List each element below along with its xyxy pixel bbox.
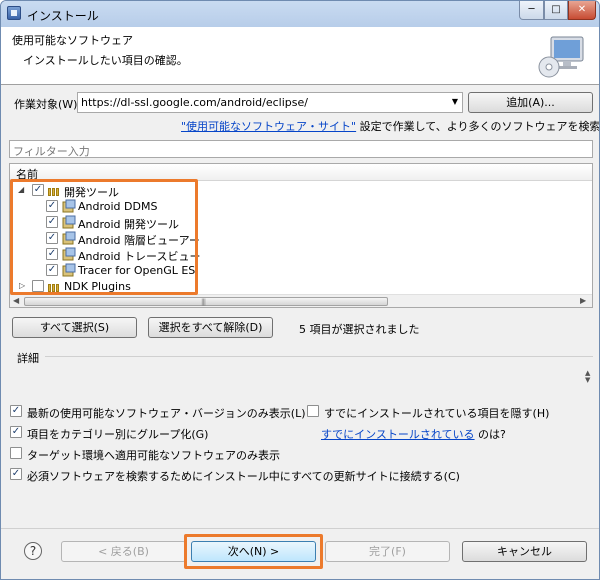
feature-plugin-icon bbox=[62, 199, 76, 213]
title-bar[interactable]: インストール ─ □ ✕ bbox=[1, 1, 599, 27]
help-icon[interactable]: ? bbox=[24, 542, 42, 560]
contact-all-sites-checkbox[interactable]: ✓ bbox=[10, 468, 22, 480]
tree-row-category-ndk[interactable]: ▷ NDK Plugins bbox=[10, 278, 590, 294]
filter-input[interactable]: フィルター入力 bbox=[9, 140, 593, 158]
option-label: すでにインストールされている項目を隠す(H) bbox=[324, 407, 550, 420]
selection-count: 5 項目が選択されました bbox=[299, 323, 420, 336]
category-checkbox[interactable] bbox=[32, 280, 44, 292]
tree-row-feature[interactable]: ✓ Android トレースビュー bbox=[10, 246, 590, 263]
header-description: インストールしたい項目の確認。 bbox=[23, 54, 188, 67]
tree-row-category-devtools[interactable]: ◢ ✓ 開発ツール bbox=[10, 182, 590, 199]
group-by-category-checkbox[interactable]: ✓ bbox=[10, 426, 22, 438]
option-label: 項目をカテゴリー別にグループ化(G) bbox=[27, 428, 209, 441]
wizard-header: 使用可能なソフトウェア インストールしたい項目の確認。 bbox=[1, 27, 599, 85]
tree-row-feature[interactable]: ✓ Android 階層ビューアー bbox=[10, 230, 590, 247]
tree-row-feature[interactable]: ✓ Tracer for OpenGL ES bbox=[10, 262, 590, 278]
already-installed-line: すでにインストールされている のは? bbox=[321, 426, 506, 442]
already-installed-suffix: のは? bbox=[474, 428, 506, 441]
tree-item-label: Android DDMS bbox=[78, 200, 158, 213]
option-label: ターゲット環境へ適用可能なソフトウェアのみ表示 bbox=[27, 449, 280, 462]
feature-checkbox[interactable]: ✓ bbox=[46, 216, 58, 228]
collapsed-triangle-icon[interactable]: ▷ bbox=[19, 281, 25, 290]
feature-plugin-icon bbox=[62, 231, 76, 245]
select-all-button[interactable]: すべて選択(S) bbox=[12, 317, 137, 338]
scrollbar-thumb[interactable]: ||| bbox=[24, 297, 388, 306]
column-name-label: 名前 bbox=[16, 168, 38, 181]
chevron-down-icon[interactable]: ▼ bbox=[452, 97, 458, 106]
scroll-left-icon[interactable]: ◀ bbox=[13, 296, 19, 305]
latest-only-checkbox[interactable]: ✓ bbox=[10, 405, 22, 417]
available-sites-link[interactable]: "使用可能なソフトウェア・サイト" bbox=[181, 120, 356, 133]
option-label: 必須ソフトウェアを検索するためにインストール中にすべての更新サイトに接続する(C… bbox=[27, 470, 460, 483]
install-dialog: インストール ─ □ ✕ 使用可能なソフトウェア インストールしたい項目の確認。… bbox=[0, 0, 600, 580]
tree-item-label: Tracer for OpenGL ES bbox=[78, 264, 196, 277]
filter-placeholder: フィルター入力 bbox=[13, 145, 90, 158]
tree-item-label: NDK Plugins bbox=[64, 280, 131, 293]
add-site-button[interactable]: 追加(A)... bbox=[468, 92, 593, 113]
feature-plugin-icon bbox=[62, 215, 76, 229]
maximize-button[interactable]: □ bbox=[544, 1, 568, 20]
close-button[interactable]: ✕ bbox=[568, 1, 596, 20]
grip-icon: ||| bbox=[201, 298, 206, 306]
tree-column-header[interactable]: 名前 bbox=[10, 164, 592, 181]
option-label: 最新の使用可能なソフトウェア・バージョンのみ表示(L) bbox=[27, 407, 306, 420]
hide-installed-checkbox[interactable] bbox=[307, 405, 319, 417]
next-button[interactable]: 次へ(N) > bbox=[191, 541, 316, 562]
tree-row-feature[interactable]: ✓ Android 開発ツール bbox=[10, 214, 590, 231]
cancel-button[interactable]: キャンセル bbox=[462, 541, 587, 562]
header-title: 使用可能なソフトウェア bbox=[12, 34, 133, 47]
expanded-triangle-icon[interactable]: ◢ bbox=[18, 185, 24, 194]
feature-checkbox[interactable]: ✓ bbox=[46, 232, 58, 244]
info-text: 設定で作業して、より多くのソフトウェアを検索してください。 bbox=[359, 120, 600, 133]
finish-button[interactable]: 完了(F) bbox=[325, 541, 450, 562]
deselect-all-button[interactable]: 選択をすべて解除(D) bbox=[148, 317, 273, 338]
category-icon bbox=[48, 186, 60, 196]
work-with-value: https://dl-ssl.google.com/android/eclips… bbox=[81, 96, 308, 109]
feature-checkbox[interactable]: ✓ bbox=[46, 264, 58, 276]
info-line: "使用可能なソフトウェア・サイト" 設定で作業して、より多くのソフトウェアを検索… bbox=[181, 118, 600, 134]
feature-checkbox[interactable]: ✓ bbox=[46, 200, 58, 212]
already-installed-link[interactable]: すでにインストールされている bbox=[321, 428, 475, 441]
details-divider bbox=[45, 356, 593, 357]
bottom-divider bbox=[1, 528, 599, 529]
tree-row-feature[interactable]: ✓ Android DDMS bbox=[10, 198, 590, 214]
scroll-right-icon[interactable]: ▶ bbox=[580, 296, 586, 305]
feature-plugin-icon bbox=[62, 247, 76, 261]
feature-plugin-icon bbox=[62, 263, 76, 277]
category-icon bbox=[48, 282, 60, 292]
window-title: インストール bbox=[27, 9, 99, 23]
work-with-label: 作業対象(W): bbox=[14, 98, 82, 111]
details-scroll-icon[interactable]: ▲ ▼ bbox=[585, 370, 590, 384]
details-label: 詳細 bbox=[17, 352, 39, 365]
minimize-button[interactable]: ─ bbox=[519, 1, 544, 20]
software-tree[interactable]: 名前 ◢ ✓ 開発ツール ✓ Android DDMS ✓ Android 開発… bbox=[9, 163, 593, 308]
install-computer-icon bbox=[538, 36, 584, 78]
back-button[interactable]: < 戻る(B) bbox=[61, 541, 186, 562]
feature-checkbox[interactable]: ✓ bbox=[46, 248, 58, 260]
category-checkbox[interactable]: ✓ bbox=[32, 184, 44, 196]
target-env-checkbox[interactable] bbox=[10, 447, 22, 459]
app-icon bbox=[7, 6, 21, 20]
work-with-combo[interactable]: https://dl-ssl.google.com/android/eclips… bbox=[77, 92, 463, 113]
horizontal-scrollbar[interactable]: ◀ ||| ▶ bbox=[10, 294, 592, 307]
